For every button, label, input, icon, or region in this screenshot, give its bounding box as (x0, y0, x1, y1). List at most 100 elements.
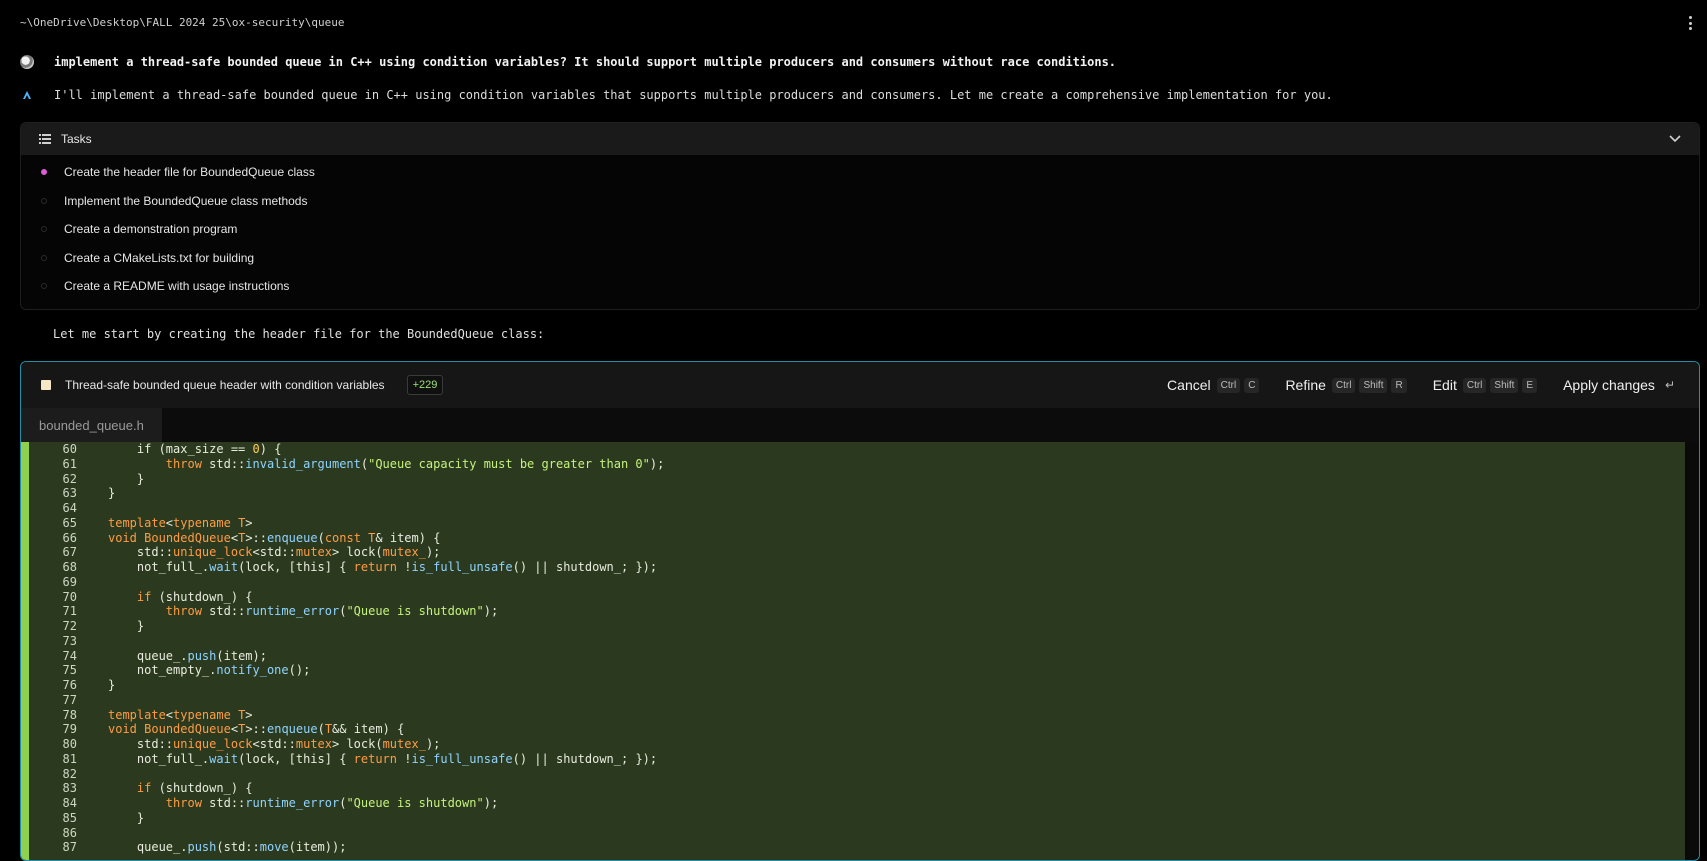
line-number: 70 (62, 589, 77, 604)
code-text: } (108, 486, 116, 501)
code-line: 63} (29, 486, 1685, 501)
tasks-header-toggle[interactable]: Tasks (21, 123, 1699, 155)
code-text: void BoundedQueue<T>::enqueue(T&& item) … (108, 722, 405, 737)
line-number: 72 (62, 619, 77, 633)
line-number: 74 (62, 648, 77, 663)
code-text: throw std::runtime_error("Queue is shutd… (165, 796, 499, 810)
list-icon (39, 134, 51, 144)
code-line: 80 std::unique_lock<std::mutex> lock(mut… (29, 737, 1685, 752)
code-line: 60 if (max_size == 0) { (29, 442, 1685, 457)
line-number: 79 (62, 722, 77, 737)
code-line: 82 (29, 767, 1685, 782)
file-tab[interactable]: bounded_queue.h (21, 408, 162, 442)
line-number: 64 (62, 501, 77, 515)
task-item: Create a CMakeLists.txt for building (21, 244, 1699, 273)
task-item: Create a README with usage instructions (21, 272, 1699, 301)
line-number: 84 (62, 796, 77, 810)
user-message-row: implement a thread-safe bounded queue in… (20, 55, 1116, 69)
enter-key-icon: ↵ (1664, 378, 1675, 392)
apply-changes-button[interactable]: Apply changes ↵ (1563, 376, 1679, 394)
code-line: 85 } (29, 811, 1685, 826)
code-line: 83 if (shutdown_) { (29, 781, 1685, 796)
code-line: 61 throw std::invalid_argument("Queue ca… (29, 457, 1685, 472)
diff-count-badge: +229 (406, 375, 444, 395)
line-number: 82 (62, 766, 77, 781)
code-line: 67 std::unique_lock<std::mutex> lock(mut… (29, 545, 1685, 560)
code-line: 84 throw std::runtime_error("Queue is sh… (29, 796, 1685, 811)
line-number: 83 (62, 781, 77, 796)
assistant-logo-icon (20, 88, 34, 102)
code-line: 87 queue_.push(std::move(item)); (29, 840, 1685, 855)
line-number: 73 (62, 633, 77, 648)
task-status-pending-icon (41, 283, 47, 290)
task-item: Create a demonstration program (21, 215, 1699, 244)
file-edit-panel: Thread-safe bounded queue header with co… (20, 361, 1700, 861)
assistant-message-text: I'll implement a thread-safe bounded que… (54, 88, 1333, 102)
line-number: 60 (62, 442, 77, 456)
user-avatar (20, 55, 34, 69)
line-number: 71 (62, 604, 77, 619)
line-number: 61 (62, 456, 77, 471)
line-number: 78 (62, 707, 77, 722)
task-list: Create the header file for BoundedQueue … (21, 155, 1699, 301)
user-message-text: implement a thread-safe bounded queue in… (54, 55, 1117, 69)
code-text: } (108, 619, 145, 633)
code-text: not_full_.wait(lock, [this] { return !is… (108, 751, 658, 766)
line-number: 76 (62, 678, 77, 692)
code-text: throw std::runtime_error("Queue is shutd… (165, 604, 499, 619)
line-number: 66 (62, 530, 77, 545)
assistant-message-row: I'll implement a thread-safe bounded que… (20, 88, 1333, 102)
task-label: Implement the BoundedQueue class methods (64, 193, 308, 208)
task-label: Create the header file for BoundedQueue … (64, 165, 315, 180)
line-number: 65 (62, 515, 77, 530)
task-status-pending-icon (41, 254, 47, 261)
line-number: 75 (62, 663, 77, 678)
code-text: if (shutdown_) { (136, 781, 253, 796)
code-text: } (108, 678, 116, 692)
line-number: 87 (62, 840, 77, 855)
code-text: queue_.push(std::move(item)); (108, 840, 347, 855)
line-number: 62 (62, 471, 77, 486)
task-status-pending-icon (41, 197, 47, 204)
task-label: Create a README with usage instructions (64, 279, 290, 294)
code-text: std::unique_lock<std::mutex> lock(mutex_… (108, 545, 441, 560)
code-line: 79 void BoundedQueue<T>::enqueue(T&& item… (29, 722, 1685, 737)
code-line: 74 queue_.push(item); (29, 649, 1685, 664)
edit-header: Thread-safe bounded queue header with co… (21, 362, 1699, 408)
tasks-title: Tasks (61, 132, 92, 146)
code-text: not_full_.wait(lock, [this] { return !is… (108, 560, 658, 574)
cancel-button[interactable]: Cancel Ctrl C (1167, 377, 1260, 393)
code-text: void BoundedQueue<T>::enqueue(const T& i… (108, 530, 441, 545)
chevron-down-icon[interactable] (1669, 135, 1681, 143)
code-line: 81 not_full_.wait(lock, [this] { return … (29, 752, 1685, 767)
code-text: template<typename T> (108, 707, 253, 722)
code-text: if (shutdown_) { (136, 589, 253, 604)
code-line: 78 template<typename T> (29, 708, 1685, 723)
tasks-panel: Tasks Create the header file for Bounded… (20, 122, 1700, 310)
more-options-icon[interactable] (1683, 14, 1697, 32)
file-tab-strip: bounded_queue.h (21, 408, 1699, 442)
line-number: 67 (62, 545, 77, 560)
code-line: 73 (29, 634, 1685, 649)
line-number: 68 (62, 560, 77, 574)
edit-button[interactable]: Edit Ctrl Shift E (1433, 377, 1538, 393)
task-label: Create a demonstration program (64, 222, 238, 237)
code-text: if (max_size == 0) { (108, 442, 282, 456)
assistant-follow-up-text: Let me start by creating the header file… (53, 327, 545, 341)
line-number: 63 (62, 486, 77, 501)
refine-button[interactable]: Refine Ctrl Shift R (1285, 377, 1407, 393)
line-number: 80 (62, 737, 77, 751)
working-directory-path: ~\OneDrive\Desktop\FALL 2024 25\ox-secur… (20, 16, 345, 29)
task-label: Create a CMakeLists.txt for building (64, 250, 255, 265)
code-text: std::unique_lock<std::mutex> lock(mutex_… (108, 737, 441, 751)
line-number: 77 (62, 692, 77, 707)
line-number: 69 (62, 574, 77, 589)
code-line: 69 (29, 575, 1685, 590)
code-line: 72 } (29, 619, 1685, 634)
edit-checkbox[interactable] (41, 380, 51, 390)
code-line: 71 throw std::runtime_error("Queue is sh… (29, 604, 1685, 619)
